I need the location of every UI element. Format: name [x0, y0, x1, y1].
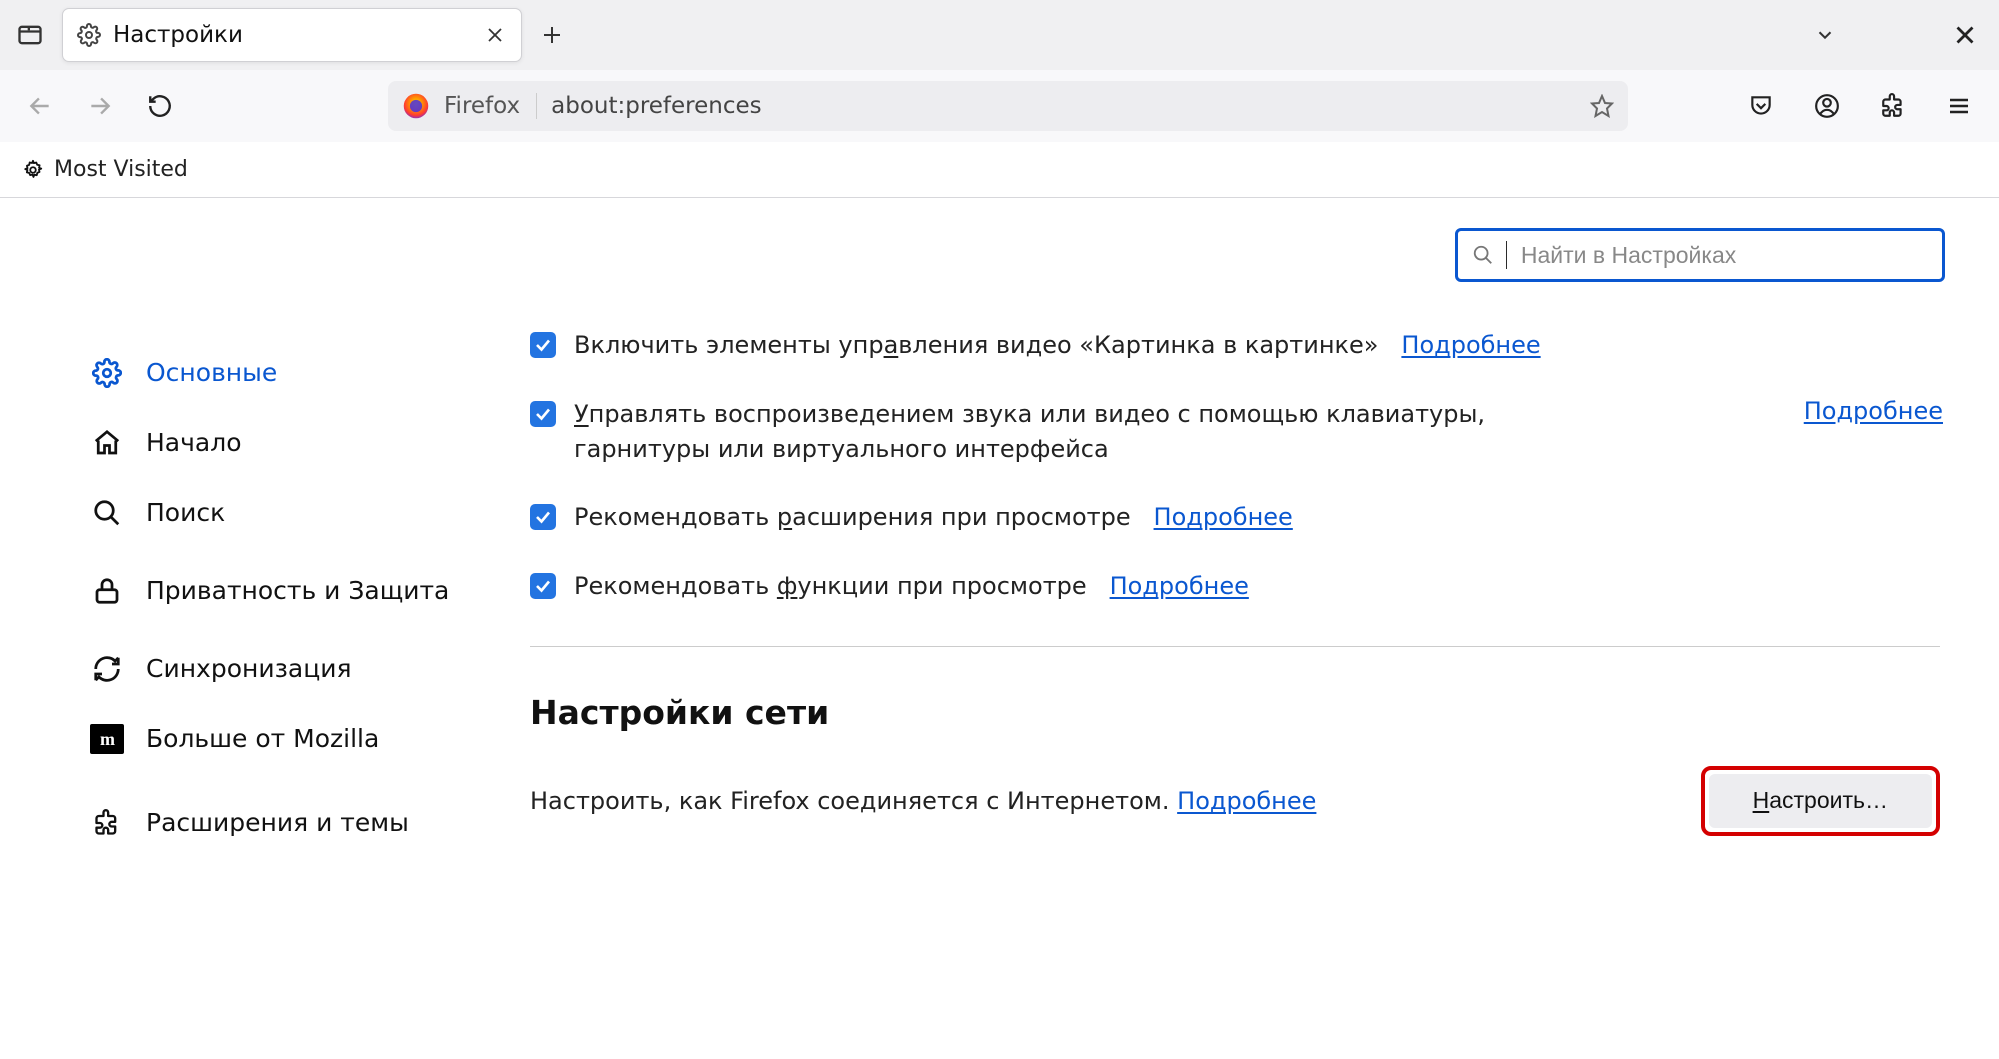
preferences-search-input[interactable]	[1521, 242, 1928, 269]
sidebar-item-search[interactable]: Поиск	[90, 478, 530, 548]
sidebar-item-general[interactable]: Основные	[90, 338, 530, 408]
learn-more-link[interactable]: Подробнее	[1110, 572, 1249, 600]
sync-icon	[90, 652, 124, 686]
puzzle-icon	[90, 806, 124, 840]
gear-outline-icon	[22, 159, 44, 181]
pocket-button[interactable]	[1739, 84, 1783, 128]
tab-title: Настройки	[113, 22, 471, 48]
sidebar-item-label: Расширения и темы	[146, 808, 409, 838]
highlight-box: Настроить…	[1701, 766, 1940, 836]
sidebar-item-label: Приватность и Защита	[146, 576, 449, 606]
sidebar-item-label: Поиск	[146, 498, 225, 528]
url-text: about:preferences	[551, 93, 1576, 119]
sidebar-item-label: Больше от Mozilla	[146, 724, 379, 754]
checkbox-recommend-extensions[interactable]	[530, 504, 556, 530]
new-tab-button[interactable]	[530, 13, 574, 57]
bookmarks-toolbar: Most Visited	[0, 142, 1999, 198]
checkbox-recommend-features[interactable]	[530, 573, 556, 599]
preferences-sidebar: Основные Начало Поиск Приватность и Защи…	[0, 198, 530, 1059]
gear-icon	[90, 356, 124, 390]
nav-toolbar: Firefox about:preferences	[0, 70, 1999, 142]
section-divider	[530, 646, 1940, 647]
tab-strip: Настройки	[0, 0, 1999, 70]
firefox-icon	[402, 92, 430, 120]
preferences-main: Включить элементы управления видео «Карт…	[530, 198, 1999, 1059]
search-icon	[90, 496, 124, 530]
sidebar-item-privacy[interactable]: Приватность и Защита	[90, 548, 530, 634]
option-media-keys: Управлять воспроизведением звука или вид…	[530, 397, 1943, 467]
address-bar[interactable]: Firefox about:preferences	[388, 81, 1628, 131]
option-label: Рекомендовать функции при просмотре Подр…	[574, 569, 1249, 604]
option-pip: Включить элементы управления видео «Карт…	[530, 328, 1943, 363]
option-label: Управлять воспроизведением звука или вид…	[574, 397, 1590, 467]
window-icon	[12, 17, 48, 53]
network-description: Настроить, как Firefox соединяется с Инт…	[530, 787, 1316, 815]
reload-button[interactable]	[138, 84, 182, 128]
sidebar-item-sync[interactable]: Синхронизация	[90, 634, 530, 704]
sidebar-item-home[interactable]: Начало	[90, 408, 530, 478]
search-icon	[1472, 244, 1494, 266]
gear-icon	[77, 23, 101, 47]
option-recommend-extensions: Рекомендовать расширения при просмотре П…	[530, 500, 1943, 535]
learn-more-link[interactable]: Подробнее	[1401, 331, 1540, 359]
learn-more-link[interactable]: Подробнее	[1154, 503, 1293, 531]
bookmark-label: Most Visited	[54, 157, 188, 182]
extensions-button[interactable]	[1871, 84, 1915, 128]
checkbox-pip[interactable]	[530, 332, 556, 358]
account-button[interactable]	[1805, 84, 1849, 128]
sidebar-item-more-mozilla[interactable]: m Больше от Mozilla	[90, 704, 530, 774]
home-icon	[90, 426, 124, 460]
mozilla-icon: m	[90, 722, 124, 756]
bookmark-most-visited[interactable]: Most Visited	[22, 157, 188, 182]
close-tab-button[interactable]	[483, 23, 507, 47]
learn-more-link[interactable]: Подробнее	[1177, 787, 1316, 815]
option-label: Рекомендовать расширения при просмотре П…	[574, 500, 1293, 535]
back-button[interactable]	[18, 84, 62, 128]
sidebar-item-extensions[interactable]: Расширения и темы	[90, 788, 530, 858]
option-label: Включить элементы управления видео «Карт…	[574, 328, 1541, 363]
lock-icon	[90, 574, 124, 608]
sidebar-item-label: Основные	[146, 358, 277, 388]
bookmark-star-button[interactable]	[1590, 94, 1614, 118]
preferences-search[interactable]	[1455, 228, 1945, 282]
section-title-network: Настройки сети	[530, 693, 1943, 732]
network-row: Настроить, как Firefox соединяется с Инт…	[530, 766, 1940, 836]
text-cursor	[1506, 241, 1507, 269]
list-tabs-button[interactable]	[1803, 13, 1847, 57]
app-menu-button[interactable]	[1937, 84, 1981, 128]
option-recommend-features: Рекомендовать функции при просмотре Подр…	[530, 569, 1943, 604]
sidebar-item-label: Начало	[146, 428, 241, 458]
checkbox-media-keys[interactable]	[530, 401, 556, 427]
identity-label: Firefox	[444, 93, 537, 119]
preferences-page: Основные Начало Поиск Приватность и Защи…	[0, 198, 1999, 1059]
learn-more-link[interactable]: Подробнее	[1804, 397, 1943, 425]
network-settings-button[interactable]: Настроить…	[1709, 774, 1932, 828]
forward-button[interactable]	[78, 84, 122, 128]
close-window-button[interactable]	[1943, 13, 1987, 57]
browser-tab[interactable]: Настройки	[62, 8, 522, 62]
sidebar-item-label: Синхронизация	[146, 654, 352, 684]
